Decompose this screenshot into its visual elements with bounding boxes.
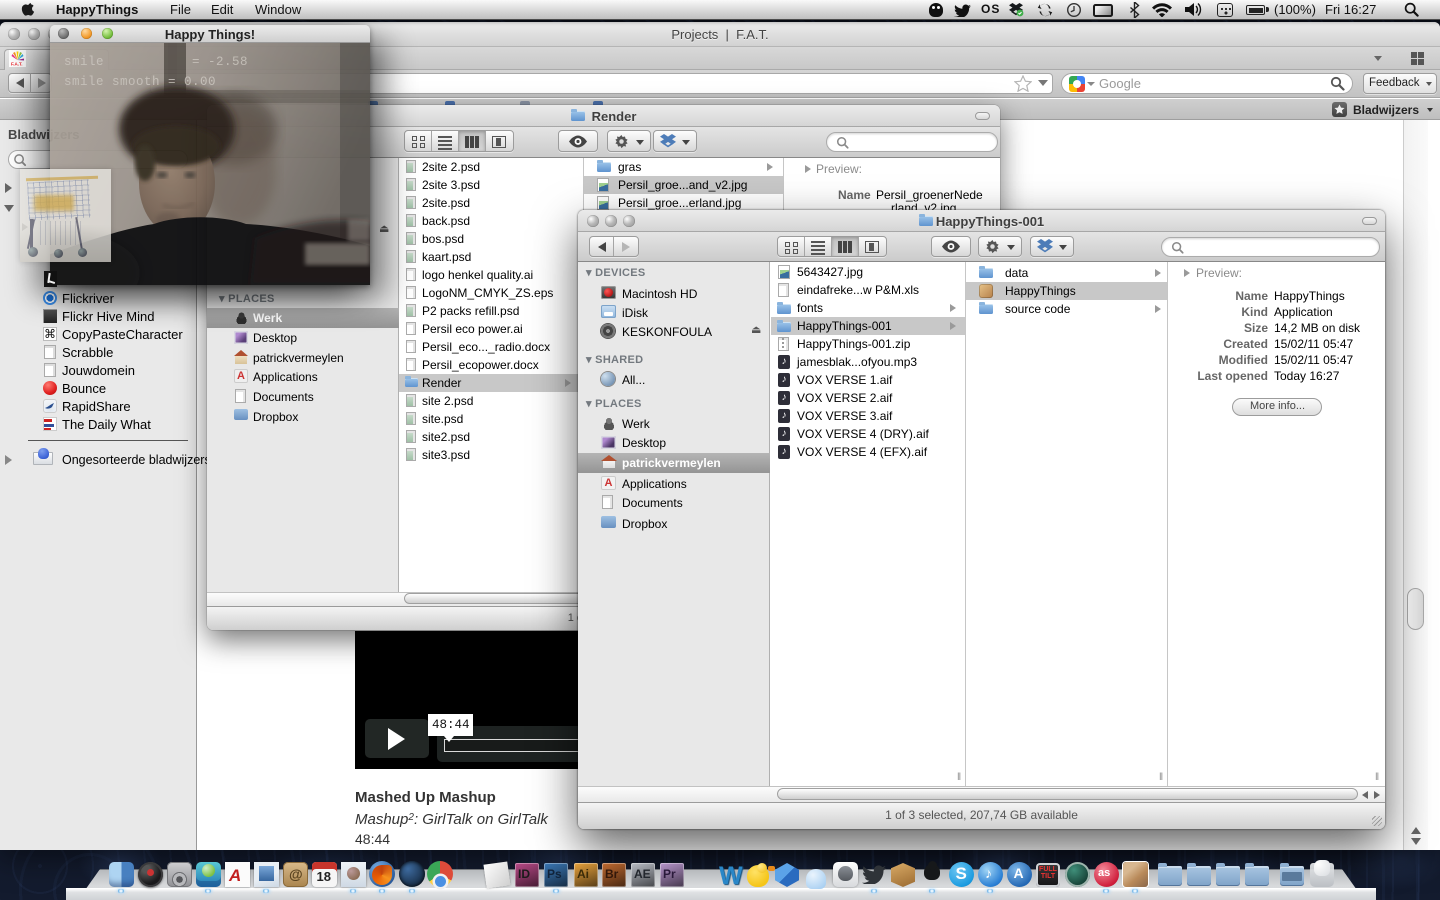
svg-text:F.A.T.: F.A.T. (11, 62, 23, 67)
